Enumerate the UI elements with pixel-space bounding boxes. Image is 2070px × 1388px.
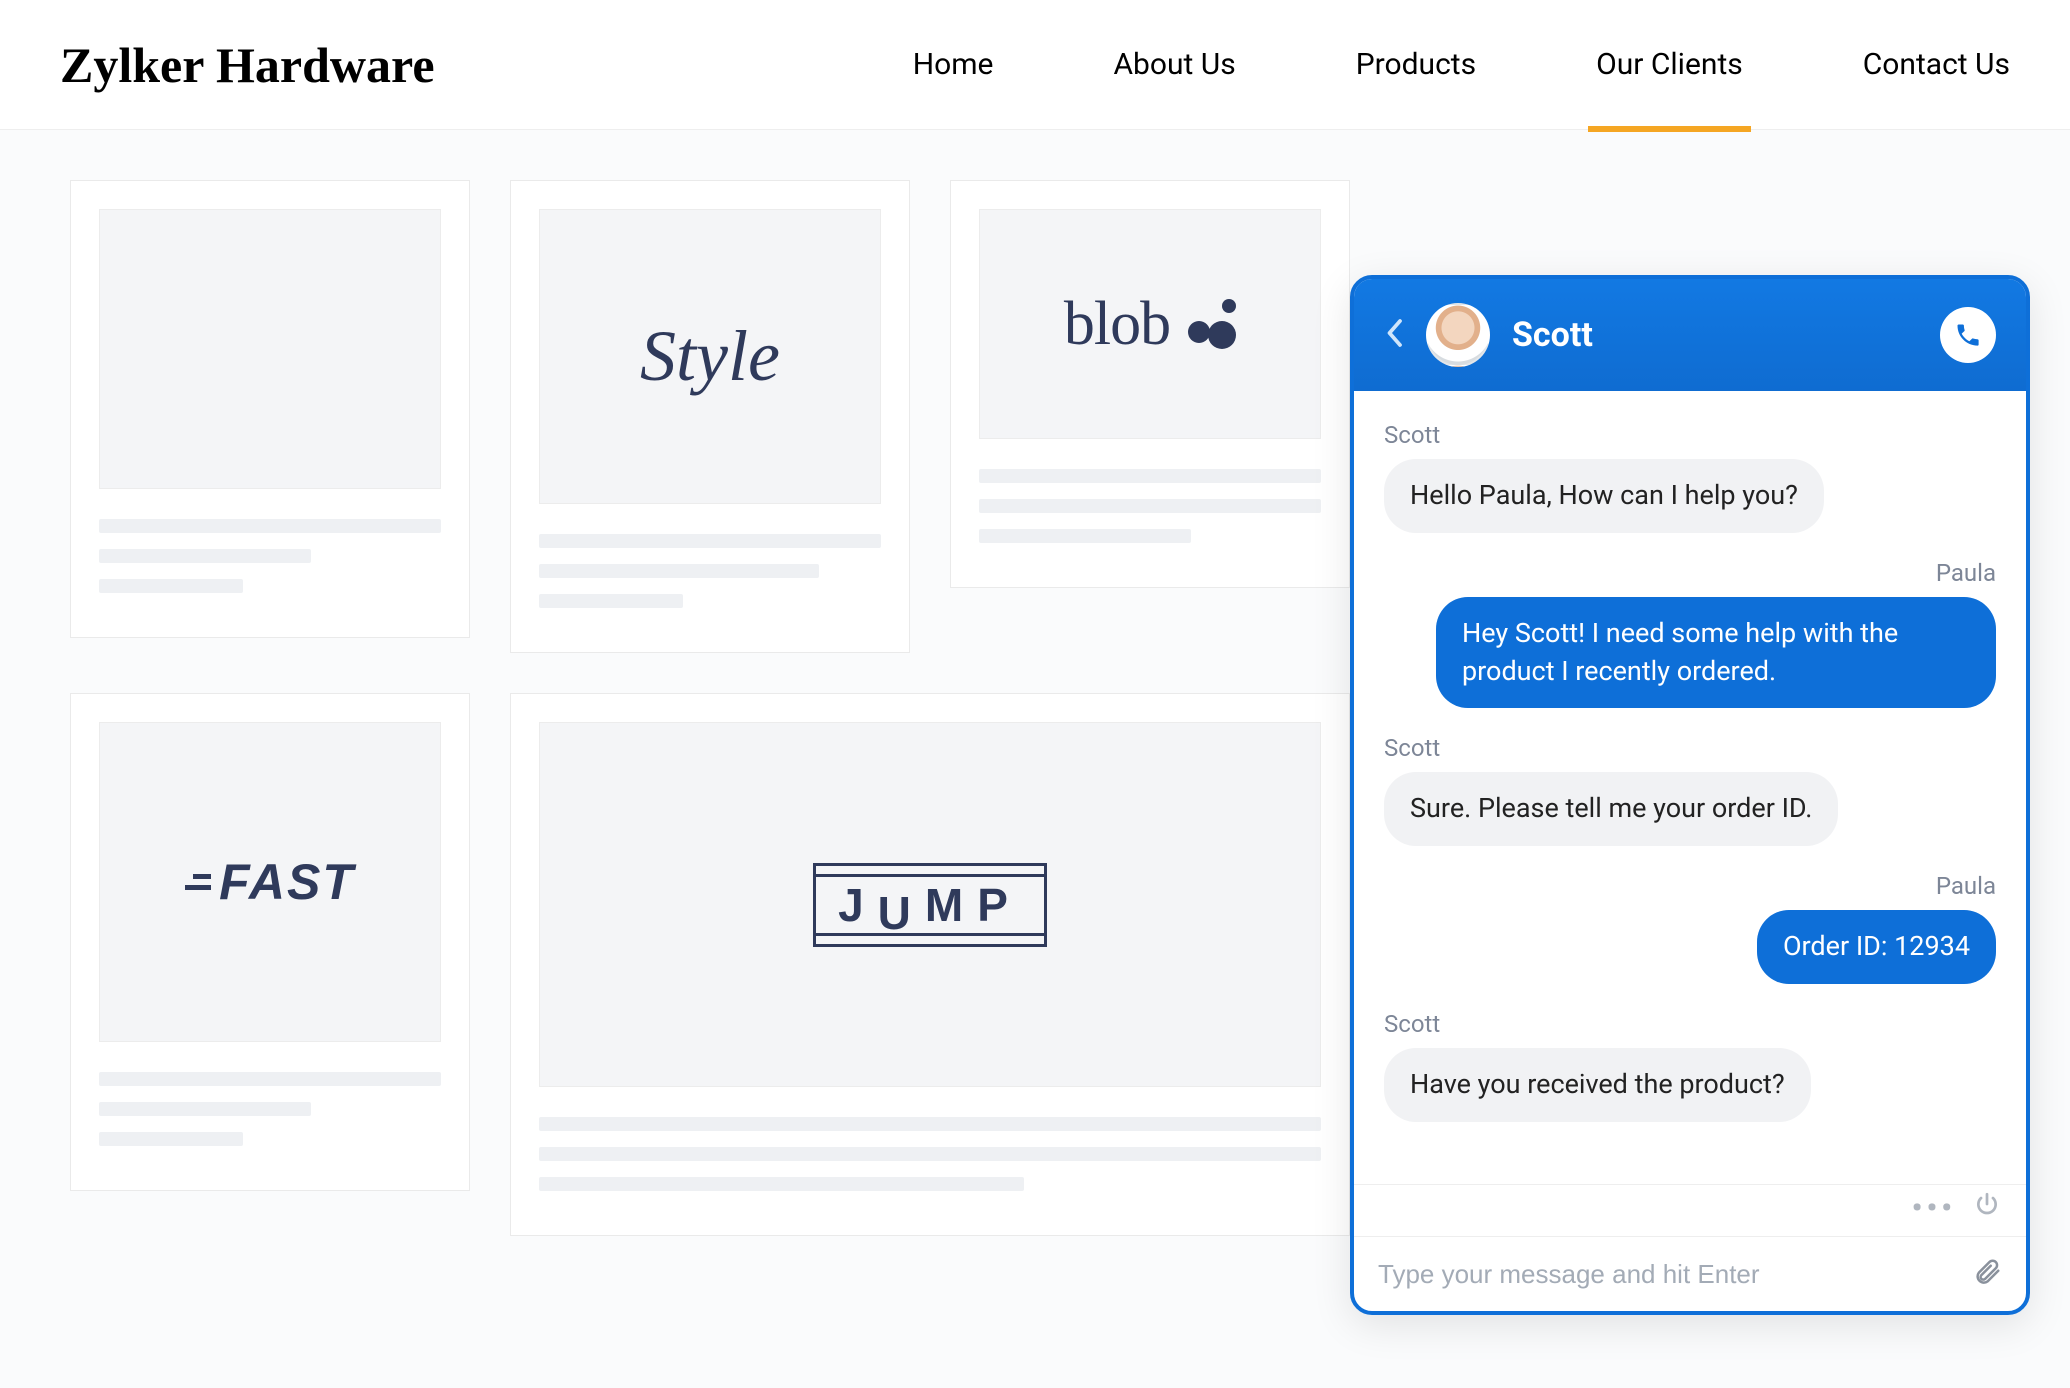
message-bubble: Sure. Please tell me your order ID.: [1384, 772, 1838, 846]
phone-icon: [1954, 321, 1982, 349]
placeholder-lines: [99, 519, 441, 593]
client-card-blob: blob: [950, 180, 1350, 588]
chat-messages: Scott Hello Paula, How can I help you? P…: [1354, 391, 2026, 1184]
nav-about-us[interactable]: About Us: [1113, 47, 1235, 132]
client-logo-jump: JUMP: [539, 722, 1321, 1087]
message-bubble: Hey Scott! I need some help with the pro…: [1436, 597, 1996, 709]
message-sender-label: Scott: [1384, 421, 1996, 449]
agent-avatar: [1426, 303, 1490, 367]
attach-icon[interactable]: [1972, 1257, 2002, 1291]
power-icon[interactable]: [1974, 1191, 2000, 1226]
message-user: Paula Order ID: 12934: [1384, 872, 1996, 984]
placeholder-lines: [539, 1117, 1321, 1191]
placeholder-lines: [539, 534, 881, 608]
message-bubble: Hello Paula, How can I help you?: [1384, 459, 1824, 533]
client-logo-blob: blob: [979, 209, 1321, 439]
message-sender-label: Paula: [1384, 872, 1996, 900]
jump-logo-text: JUMP: [838, 878, 1022, 932]
message-agent: Scott Sure. Please tell me your order ID…: [1384, 734, 1996, 846]
message-bubble: Order ID: 12934: [1757, 910, 1996, 984]
chat-footer-actions: •••: [1354, 1184, 2026, 1236]
blob-dots-icon: [1180, 299, 1236, 349]
chat-input-row: [1354, 1236, 2026, 1311]
placeholder-lines: [979, 469, 1321, 543]
style-logo-text: Style: [640, 315, 780, 398]
back-icon[interactable]: [1384, 318, 1404, 352]
agent-name: Scott: [1512, 315, 1918, 355]
site-header: Zylker Hardware Home About Us Products O…: [0, 0, 2070, 130]
nav-home[interactable]: Home: [913, 47, 994, 132]
chat-message-input[interactable]: [1378, 1259, 1956, 1290]
message-sender-label: Scott: [1384, 1010, 1996, 1038]
message-user: Paula Hey Scott! I need some help with t…: [1384, 559, 1996, 709]
jump-logo-frame: JUMP: [813, 863, 1047, 947]
chat-widget: Scott Scott Hello Paula, How can I help …: [1350, 275, 2030, 1315]
more-options-icon[interactable]: •••: [1912, 1191, 1956, 1226]
fast-logo-text: FAST: [219, 853, 355, 911]
client-logo-fast: FAST: [99, 722, 441, 1042]
brand-logo: Zylker Hardware: [60, 36, 435, 94]
nav-products[interactable]: Products: [1356, 47, 1476, 132]
call-button[interactable]: [1940, 307, 1996, 363]
message-agent: Scott Have you received the product?: [1384, 1010, 1996, 1122]
client-card-fast: FAST: [70, 693, 470, 1191]
nav-our-clients[interactable]: Our Clients: [1596, 47, 1743, 132]
fast-speed-lines-icon: [185, 874, 211, 890]
message-sender-label: Scott: [1384, 734, 1996, 762]
client-card-style: Style: [510, 180, 910, 653]
nav-contact-us[interactable]: Contact Us: [1863, 47, 2010, 132]
placeholder-lines: [99, 1072, 441, 1146]
message-bubble: Have you received the product?: [1384, 1048, 1811, 1122]
client-card-jump: JUMP: [510, 693, 1350, 1236]
blob-logo-text: blob: [1064, 289, 1170, 360]
client-logo-style: Style: [539, 209, 881, 504]
main-nav: Home About Us Products Our Clients Conta…: [913, 47, 2010, 82]
client-logo-placeholder: [99, 209, 441, 489]
message-sender-label: Paula: [1384, 559, 1996, 587]
client-card-placeholder-1: [70, 180, 470, 638]
chat-header: Scott: [1354, 279, 2026, 391]
message-agent: Scott Hello Paula, How can I help you?: [1384, 421, 1996, 533]
